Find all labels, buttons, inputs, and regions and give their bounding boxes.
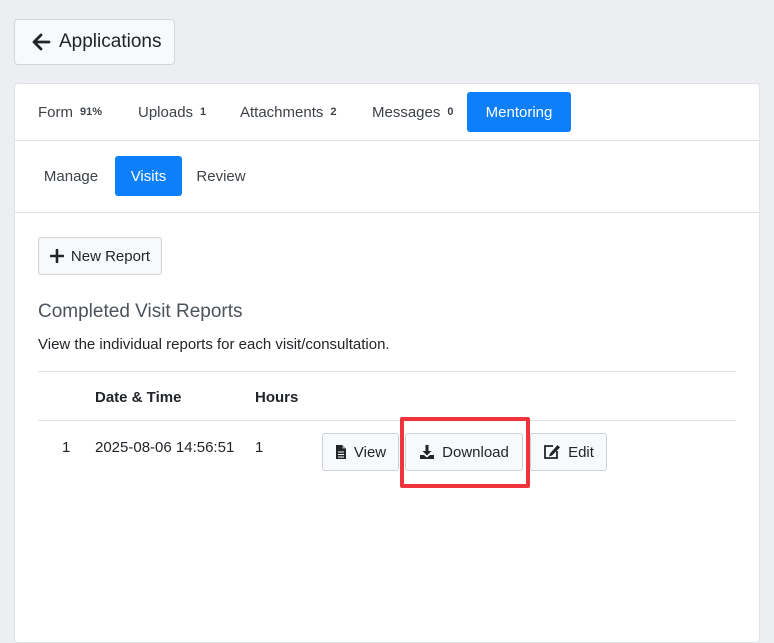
new-report-button[interactable]: New Report (38, 237, 162, 275)
section-description: View the individual reports for each vis… (38, 336, 390, 353)
back-button-label: Applications (59, 31, 162, 52)
download-label: Download (442, 443, 509, 461)
subtab-visits[interactable]: Visits (115, 156, 182, 196)
tab-messages-badge: 0 (447, 106, 454, 118)
tab-form[interactable]: Form 91% (38, 92, 102, 132)
tab-form-badge: 91% (80, 106, 103, 118)
tab-attachments-badge: 2 (330, 106, 337, 118)
header-hours: Hours (255, 389, 299, 406)
subtab-manage-label: Manage (43, 167, 99, 185)
application-card: Form 91% Uploads 1 Attachments 2 Message… (14, 83, 760, 643)
new-report-label: New Report (70, 247, 151, 265)
subtab-manage[interactable]: Manage (35, 156, 107, 196)
row-number: 1 (62, 439, 71, 456)
tab-form-label: Form (38, 103, 73, 121)
view-label: View (353, 443, 387, 461)
tab-attachments-label: Attachments (240, 103, 324, 121)
tab-messages[interactable]: Messages 0 (372, 92, 454, 132)
section-title: Completed Visit Reports (38, 301, 243, 322)
tab-uploads-label: Uploads (138, 103, 194, 121)
subtab-review[interactable]: Review (189, 156, 253, 196)
main-tabs: Form 91% Uploads 1 Attachments 2 Message… (15, 84, 759, 141)
file-icon (335, 444, 347, 460)
download-button[interactable]: Download (405, 433, 523, 471)
row-hours: 1 (255, 439, 264, 456)
tab-attachments[interactable]: Attachments 2 (240, 92, 337, 132)
download-icon (419, 444, 435, 460)
view-button[interactable]: View (322, 433, 399, 471)
tab-mentoring-label: Mentoring (485, 103, 553, 121)
edit-label: Edit (568, 443, 594, 461)
table-header-divider (38, 420, 736, 421)
subtab-review-label: Review (196, 167, 246, 185)
edit-button[interactable]: Edit (530, 433, 607, 471)
tab-messages-label: Messages (372, 103, 441, 121)
tab-mentoring[interactable]: Mentoring (467, 92, 571, 132)
table-top-divider (38, 371, 736, 372)
row-datetime: 2025-08-06 14:56:51 (95, 439, 235, 456)
mentoring-subtabs: Manage Visits Review (15, 140, 759, 213)
edit-icon (543, 444, 561, 460)
back-to-applications-button[interactable]: Applications (14, 19, 175, 65)
tab-uploads[interactable]: Uploads 1 (138, 92, 206, 132)
tab-uploads-badge: 1 (200, 106, 207, 118)
plus-icon (49, 249, 64, 263)
subtab-visits-label: Visits (130, 167, 167, 185)
header-date-time: Date & Time (95, 389, 182, 406)
arrow-left-icon (31, 32, 51, 52)
